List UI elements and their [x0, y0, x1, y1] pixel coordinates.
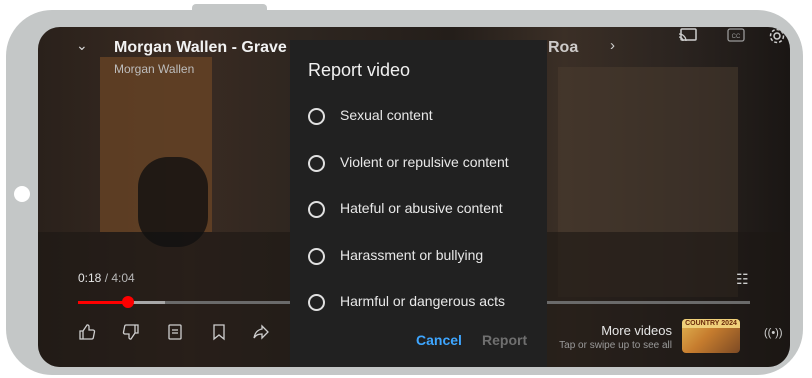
camera-dot — [14, 186, 30, 202]
current-time: 0:18 — [78, 271, 102, 285]
report-option[interactable]: Violent or repulsive content — [308, 151, 547, 198]
report-option[interactable]: Harmful or dangerous acts — [308, 290, 547, 314]
report-options-list[interactable]: Sexual content Violent or repulsive cont… — [308, 104, 547, 314]
minimize-chevron-icon[interactable]: ⌄ — [76, 37, 88, 54]
cast-icon[interactable] — [678, 27, 698, 46]
radio-button[interactable] — [308, 294, 325, 311]
video-title-tail: Roa — [548, 39, 579, 56]
autoplay-broadcast-icon[interactable]: ((•)) — [764, 327, 783, 339]
volume-button — [192, 4, 267, 14]
time-display: 0:18 / 4:04 — [78, 271, 135, 285]
progress-scrubber[interactable] — [121, 296, 134, 308]
report-option-label: Sexual content — [340, 107, 433, 123]
playlist-next-icon[interactable]: › — [610, 37, 615, 54]
report-option-label: Violent or repulsive content — [340, 153, 509, 170]
save-icon[interactable] — [210, 323, 228, 346]
total-time: 4:04 — [111, 271, 135, 285]
exit-fullscreen-icon[interactable]: ☷ — [736, 271, 749, 288]
video-title: Morgan Wallen - Grave — [114, 39, 287, 56]
comments-icon[interactable] — [166, 323, 184, 346]
dialog-actions: Cancel Report — [290, 332, 547, 356]
thumbnail-badge: COUNTRY 2024 — [682, 319, 740, 328]
captions-icon[interactable]: CC — [726, 27, 746, 46]
more-videos-thumbnail[interactable]: COUNTRY 2024 — [682, 319, 740, 353]
settings-icon[interactable] — [768, 27, 786, 48]
radio-button[interactable] — [308, 247, 325, 265]
time-separator: / — [101, 271, 112, 285]
dislike-icon[interactable] — [122, 323, 140, 346]
report-option-label: Harmful or dangerous acts — [340, 293, 505, 309]
report-option[interactable]: Harassment or bullying — [308, 244, 547, 291]
cancel-button[interactable]: Cancel — [416, 332, 462, 348]
svg-text:CC: CC — [732, 34, 741, 40]
radio-button[interactable] — [308, 108, 325, 125]
channel-name[interactable]: Morgan Wallen — [114, 62, 194, 76]
report-option-label: Harassment or bullying — [340, 246, 484, 263]
video-player[interactable]: ⌄ Morgan Wallen - Grave Roa › Morgan Wal… — [38, 27, 790, 367]
dialog-title: Report video — [308, 60, 411, 80]
report-button[interactable]: Report — [482, 332, 527, 348]
progress-fill — [78, 301, 128, 304]
like-icon[interactable] — [78, 323, 96, 346]
more-videos-title: More videos — [601, 323, 672, 338]
more-videos-subtitle: Tap or swipe up to see all — [559, 340, 672, 351]
radio-button[interactable] — [308, 201, 325, 218]
radio-button[interactable] — [308, 154, 325, 172]
report-option-label: Hateful or abusive content — [340, 200, 503, 216]
share-icon[interactable] — [252, 323, 270, 346]
report-option[interactable]: Hateful or abusive content — [308, 197, 547, 244]
video-frame-object — [138, 157, 208, 247]
report-option[interactable]: Sexual content — [308, 104, 547, 151]
report-video-dialog: Report video Sexual content Violent or r… — [290, 40, 547, 367]
more-videos[interactable]: More videos Tap or swipe up to see all — [558, 323, 672, 351]
